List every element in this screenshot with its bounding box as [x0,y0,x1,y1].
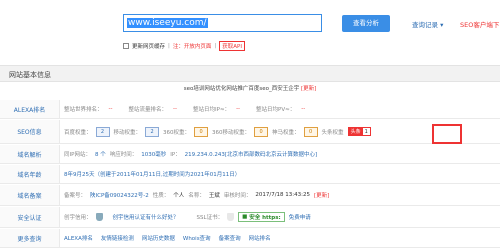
chevron-down-icon: ▾ [440,21,444,29]
icp-time-key: 审核时间： [223,193,252,199]
ssl-key: SSL证书： [196,215,224,221]
alexa-row: ALEXA排名 整站世界排名： -- 整站流量排名： -- 整站日均IP≈： -… [0,100,500,119]
age-label: 域名年龄 [0,165,60,183]
daily-ip-key: 整站日均IP≈： [193,107,231,113]
w360-key: 360权重： [163,129,191,136]
world-rank-key: 整站世界排名： [64,107,103,113]
m360-badge[interactable]: 0 [254,126,269,137]
resp-time-value: 1030毫秒 [141,152,167,158]
query-button[interactable]: 查看分析 [342,15,390,32]
subpage-hint: 注：开放内页面 [172,43,212,50]
icp-name-key: 名称： [188,193,205,199]
ssl-badge[interactable]: ■ 安全 https: [238,212,285,222]
trust-link[interactable]: 创宇信用认证有什么好处？ [113,213,179,221]
shield-icon-gray [227,213,235,221]
daily-pv-value: -- [301,106,306,112]
security-row: 安全认证 创宇信用： 创宇信用认证有什么好处？ SSL证书： ■ 安全 http… [0,207,500,228]
baidu-weight-key: 百度权重： [64,129,92,136]
divider: | [168,42,170,49]
icp-name-value: 王斌 [208,193,220,199]
icp-no-key: 备案号： [64,193,87,199]
more-row: 更多查询 ALEXA排名 友情链接检测 网站历史数据 Whois查询 备案查询 … [0,229,500,248]
ip-key: IP： [170,152,181,158]
icp-type-key: 性质： [152,193,170,199]
more-link-alexa[interactable]: ALEXA排名 [64,234,93,242]
toutiao-badge[interactable]: 头条 1 [347,127,371,136]
baidu-weight-badge[interactable]: 2 [95,126,110,137]
mobile-weight-badge[interactable]: 2 [145,126,160,137]
w360-badge[interactable]: 0 [194,126,209,137]
section-title: 网站基本信息 [9,71,51,79]
seo-row: SEO信息 百度权重： 2 移动权重： 2 360权重： 0 360移动权重： … [0,120,500,144]
more-label: 更多查询 [0,229,60,247]
more-link-whois[interactable]: Whois查询 [183,234,211,242]
section-header: 网站基本信息 [0,65,500,82]
more-link-rank[interactable]: 网站排名 [249,234,271,242]
query-record-label: 查询记录 [412,21,438,29]
domain-label: 域名解析 [0,145,60,163]
icp-label: 域名备案 [0,185,60,205]
shenma-badge[interactable]: 0 [303,126,318,137]
toutiao-value: 1 [364,128,368,135]
same-ip-key: 同IP网站： [64,152,91,158]
same-ip-value[interactable]: 8 个 [95,150,106,158]
icp-update-link[interactable]: [更新] [314,191,329,199]
daily-pv-key: 整站日均PV≈： [256,107,296,113]
shield-icon [95,213,103,221]
traffic-rank-value: -- [173,106,177,112]
search-value: www.iseeyu.com/ [127,18,208,28]
refresh-cache-label: 更新网页缓存 [132,43,166,50]
highlight-box [432,124,462,144]
age-value: 8年9月25天（创建于2011年01月11日,过期时间为2021年01月11日） [64,172,241,178]
site-title: seo培训网站优化网站推广百度seo_西安王企宇 [更新] [0,84,500,92]
divider: | [214,42,217,49]
traffic-rank-key: 整站流量排名： [128,107,168,113]
options-row: 更新网页缓存 | 注：开放内页面 | 获取API [123,40,245,51]
trust-key: 创宇信用： [64,215,92,221]
age-row: 域名年龄 8年9月25天（创建于2011年01月11日,过期时间为2021年01… [0,165,500,184]
more-link-history[interactable]: 网站历史数据 [142,234,175,242]
more-link-icp[interactable]: 备案查询 [219,234,241,242]
query-record-link[interactable]: 查询记录 ▾ [412,19,443,29]
ip-value[interactable]: 219.234.0.243[北京市西部数码北京云计算数据中心] [185,150,318,158]
refresh-cache-checkbox[interactable] [123,42,129,49]
lock-icon: ■ [242,214,248,220]
search-input[interactable]: www.iseeyu.com/ [123,14,322,32]
more-link-friendlinks[interactable]: 友情链接检测 [101,234,134,242]
get-api-button[interactable]: 获取API [219,40,245,51]
resp-time-key: 响应时间： [109,152,138,158]
security-label: 安全认证 [0,207,60,227]
daily-ip-value: -- [236,106,241,112]
m360-key: 360移动权重： [212,129,251,136]
icp-no-value[interactable]: 陕ICP备09024322号-2 [90,191,149,199]
toutiao-logo: 头条 [348,128,363,135]
domain-row: 域名解析 同IP网站： 8 个 响应时间： 1030毫秒 IP： 219.234… [0,145,500,164]
shenma-key: 神马权重： [272,129,300,136]
mobile-weight-key: 移动权重： [113,129,142,136]
toutiao-key: 头条权重 [321,129,344,136]
site-title-text: seo培训网站优化网站推广百度seo_西安王企宇 [183,86,300,92]
world-rank-value: -- [108,106,113,112]
update-link[interactable]: [更新] [301,86,316,92]
icp-row: 域名备案 备案号： 陕ICP备09024322号-2 性质： 个人 名称： 王斌… [0,185,500,206]
ssl-apply-link[interactable]: 免费申请 [289,213,311,221]
icp-type-value: 个人 [173,193,185,199]
alexa-label: ALEXA排名 [0,100,60,118]
icp-time-value: 2017/7/18 13:43:25 [255,192,311,198]
seo-label: SEO信息 [0,120,60,143]
seo-client-link[interactable]: SEO客户端下 [460,19,499,29]
